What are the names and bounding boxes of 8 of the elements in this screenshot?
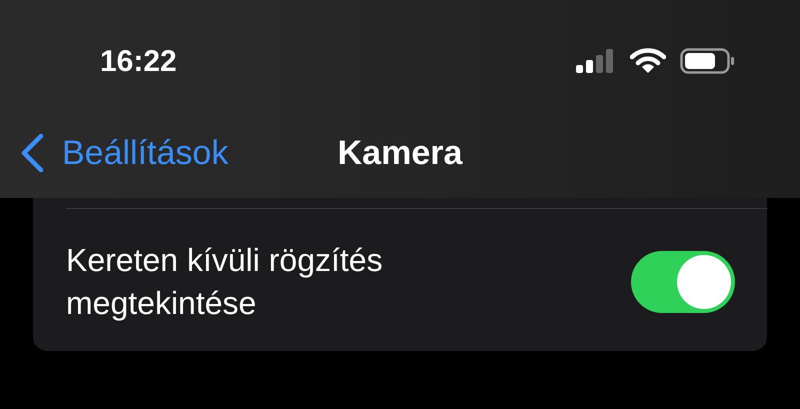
setting-label: Kereten kívüli rögzítés megtekintése (66, 241, 384, 323)
status-time: 16:22 (100, 44, 177, 80)
page-title: Kamera (338, 132, 462, 174)
wifi-icon (630, 48, 666, 74)
chevron-left-icon (20, 133, 44, 173)
battery-icon (680, 48, 736, 74)
back-button[interactable]: Beállítások (0, 128, 228, 178)
signal-icon (576, 49, 616, 73)
